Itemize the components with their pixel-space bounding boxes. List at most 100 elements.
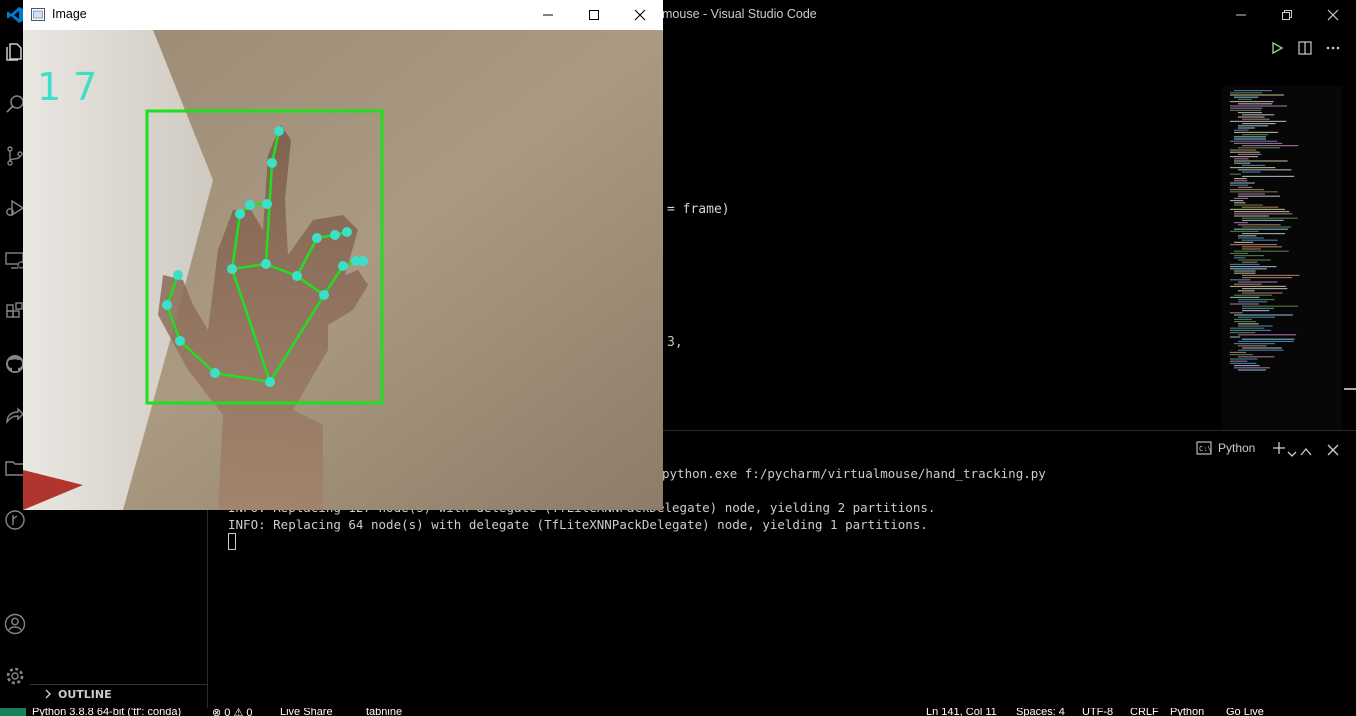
- close-button[interactable]: [1310, 0, 1356, 30]
- minimap-line: [1234, 228, 1289, 230]
- minimap-line: [1230, 360, 1248, 362]
- plus-icon: [1273, 442, 1285, 454]
- webcam-frame: 17: [23, 30, 663, 510]
- minimap-line: [1230, 208, 1285, 210]
- status-live-share[interactable]: Live Share: [280, 708, 333, 716]
- image-minimize-button[interactable]: [525, 0, 571, 30]
- status-tabnine[interactable]: tabnine: [366, 708, 402, 716]
- activity-accounts[interactable]: [0, 606, 30, 642]
- minimap-line: [1234, 255, 1265, 257]
- minimap-line: [1230, 303, 1259, 305]
- maximize-icon: [589, 10, 599, 20]
- hand-landmark: [267, 158, 277, 168]
- minimap-line: [1238, 316, 1276, 318]
- status-problems[interactable]: ⊗ 0 ⚠ 0: [212, 708, 252, 716]
- code-fragment-frame: = frame): [667, 202, 730, 217]
- minimap-line: [1238, 193, 1265, 195]
- minimap-line: [1238, 356, 1275, 358]
- minimap-line: [1234, 257, 1246, 259]
- minimap-line: [1242, 338, 1295, 340]
- new-terminal-button[interactable]: [1272, 440, 1286, 459]
- status-python-interpreter[interactable]: Python 3.8.8 64-bit ('tf': conda): [32, 708, 181, 716]
- minimap-lines: [1230, 90, 1300, 371]
- minimap-line: [1230, 329, 1271, 331]
- maximize-panel-button[interactable]: [1300, 442, 1312, 461]
- more-actions-button[interactable]: [1326, 40, 1340, 59]
- hand-landmark: [262, 199, 272, 209]
- minimap-line: [1230, 285, 1287, 287]
- minimap-line: [1242, 164, 1266, 166]
- minimap-line: [1238, 281, 1278, 283]
- scrollbar-thumb[interactable]: [1344, 388, 1356, 390]
- minimap-line: [1242, 277, 1293, 279]
- status-encoding[interactable]: UTF-8: [1082, 708, 1113, 716]
- minimap-line: [1230, 109, 1261, 111]
- minimap-line: [1234, 365, 1260, 367]
- status-language[interactable]: Python: [1170, 708, 1204, 716]
- minimap-line: [1234, 222, 1248, 224]
- chevron-up-icon: [1300, 447, 1312, 456]
- minimap-line: [1234, 204, 1263, 206]
- minimap-line: [1230, 266, 1277, 268]
- minimap-line: [1234, 162, 1251, 164]
- minimap-line: [1242, 246, 1282, 248]
- minimap-line: [1230, 354, 1253, 356]
- minimize-icon: [1236, 14, 1246, 16]
- minimap-line: [1234, 215, 1269, 217]
- minimap-line: [1230, 156, 1258, 158]
- minimap-line: [1238, 290, 1255, 292]
- hand-landmark: [338, 261, 348, 271]
- hand-landmark: [358, 256, 368, 266]
- run-python-file-button[interactable]: [1270, 40, 1284, 59]
- hand-landmark: [210, 368, 220, 378]
- minimap-line: [1242, 239, 1278, 241]
- minimap-line: [1238, 237, 1264, 239]
- minimap-line: [1242, 288, 1288, 290]
- minimap-line: [1234, 129, 1249, 131]
- image-window[interactable]: Image 17: [23, 0, 663, 510]
- hand-landmark: [245, 200, 255, 210]
- terminal-selector[interactable]: C:\ Python: [1196, 441, 1255, 455]
- image-close-button[interactable]: [617, 0, 663, 30]
- minimap-line: [1230, 101, 1274, 103]
- minimap[interactable]: [1222, 86, 1342, 430]
- image-maximize-button[interactable]: [571, 0, 617, 30]
- minimap-line: [1242, 261, 1258, 263]
- restore-button[interactable]: [1264, 0, 1310, 30]
- minimap-line: [1230, 332, 1256, 334]
- hand-landmark: [274, 126, 284, 136]
- minimap-line: [1230, 312, 1243, 314]
- minimap-line: [1234, 202, 1246, 204]
- minimap-line: [1242, 219, 1284, 221]
- minimap-line: [1242, 206, 1279, 208]
- minimap-line: [1230, 358, 1258, 360]
- outline-section-header[interactable]: OUTLINE: [30, 684, 207, 705]
- activity-manage[interactable]: [0, 658, 30, 694]
- minimize-button[interactable]: [1218, 0, 1264, 30]
- minimap-line: [1238, 345, 1267, 347]
- close-icon: [634, 9, 646, 21]
- remote-indicator[interactable]: [0, 708, 26, 716]
- chevron-right-icon: [44, 689, 52, 702]
- minimap-line: [1242, 134, 1269, 136]
- terminal-dropdown-button[interactable]: [1287, 444, 1297, 463]
- status-indentation[interactable]: Spaces: 4: [1016, 708, 1065, 716]
- status-bar: Python 3.8.8 64-bit ('tf': conda) ⊗ 0 ⚠ …: [0, 708, 1356, 716]
- minimap-line: [1230, 167, 1276, 169]
- minimap-line: [1234, 270, 1256, 272]
- image-window-titlebar[interactable]: Image: [23, 0, 663, 30]
- status-go-live[interactable]: Go Live: [1226, 708, 1264, 716]
- minimap-line: [1242, 175, 1295, 177]
- split-editor-button[interactable]: [1298, 40, 1312, 59]
- window-title: mouse - Visual Studio Code: [662, 7, 817, 21]
- close-panel-button[interactable]: [1327, 441, 1339, 460]
- minimap-line: [1238, 325, 1273, 327]
- window-app-icon: [31, 8, 45, 21]
- minimap-line: [1230, 230, 1259, 232]
- minimap-line: [1230, 173, 1242, 175]
- status-cursor-position[interactable]: Ln 141, Col 11: [926, 708, 997, 716]
- minimap-line: [1230, 140, 1278, 142]
- git-graph-icon: [5, 510, 25, 530]
- minimap-line: [1242, 305, 1299, 307]
- status-eol[interactable]: CRLF: [1130, 708, 1159, 716]
